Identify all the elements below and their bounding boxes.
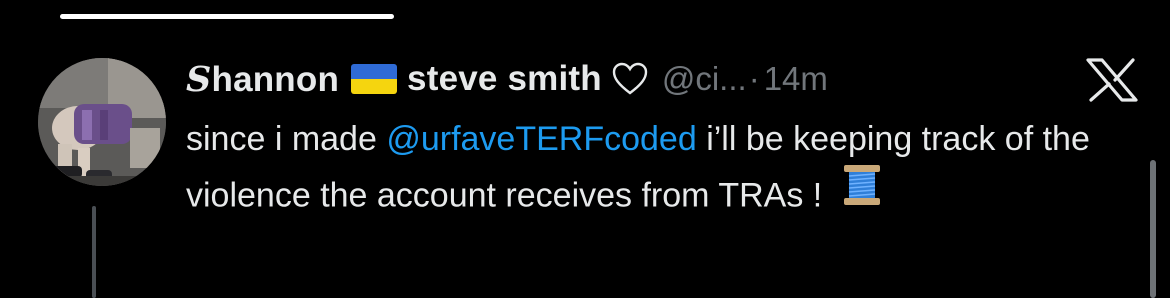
tweet-header: Shannon steve smith @ci... · 14m xyxy=(186,54,828,104)
avatar-photo xyxy=(38,58,166,186)
avatar[interactable] xyxy=(38,58,166,186)
thread-spool-icon xyxy=(842,163,882,224)
white-heart-icon xyxy=(612,62,648,96)
user-handle[interactable]: @ci... xyxy=(662,60,747,98)
scrollbar-thumb[interactable] xyxy=(1150,160,1156,298)
top-divider xyxy=(60,14,394,19)
tweet-text: since i made @urfaveTERFcoded i’ll be ke… xyxy=(186,112,1136,228)
tweet-screenshot: Shannon steve smith @ci... · 14m since i… xyxy=(0,0,1170,298)
mention-link[interactable]: @urfaveTERFcoded xyxy=(386,120,696,158)
display-name[interactable]: Shannon xyxy=(186,59,339,100)
thread-line xyxy=(92,206,96,298)
tweet-timestamp[interactable]: 14m xyxy=(764,60,828,98)
x-logo-icon xyxy=(1082,58,1142,102)
display-name-suffix[interactable]: steve smith xyxy=(407,59,602,99)
tweet-text-start: since i made xyxy=(186,120,387,158)
ukraine-flag-icon xyxy=(351,64,398,94)
meta-separator: · xyxy=(748,60,760,97)
